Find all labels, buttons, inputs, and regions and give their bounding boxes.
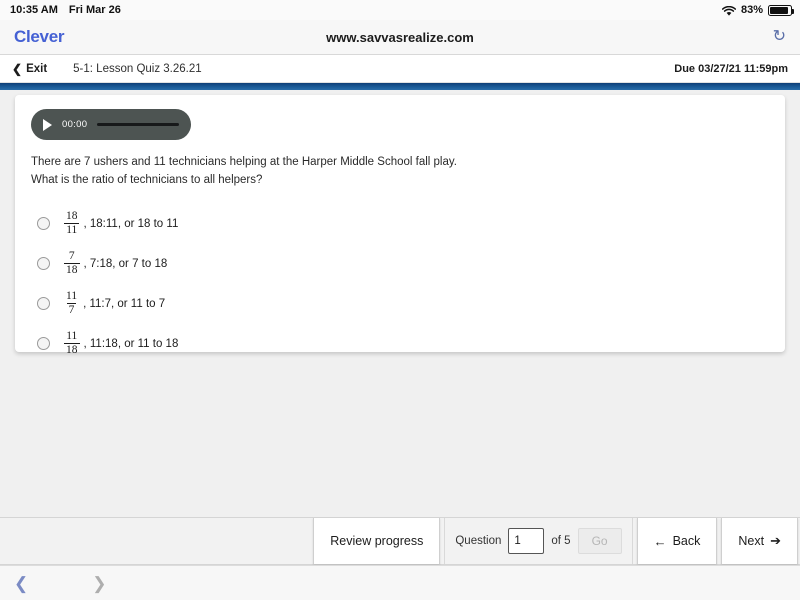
review-progress-label: Review progress xyxy=(330,534,424,548)
reload-icon[interactable]: ↻ xyxy=(773,29,786,45)
wifi-icon xyxy=(721,5,737,17)
exit-label: Exit xyxy=(26,62,48,75)
question-label: Question xyxy=(455,535,502,547)
answer-label: , 11:7, or 11 to 7 xyxy=(83,297,166,310)
quiz-title: 5-1: Lesson Quiz 3.26.21 xyxy=(73,62,202,75)
status-bar-left: 10:35 AM Fri Mar 26 xyxy=(10,4,121,16)
next-label: Next xyxy=(738,534,765,548)
fraction-numerator: 11 xyxy=(66,329,78,342)
radio-button[interactable] xyxy=(37,297,50,311)
fraction-denominator: 18 xyxy=(64,263,80,277)
radio-button[interactable] xyxy=(37,257,50,271)
due-date: Due 03/27/21 11:59pm xyxy=(674,62,788,75)
quiz-navigation-bar: Review progress Question of 5 Go ← Back … xyxy=(0,517,800,565)
fraction: 7 18 xyxy=(64,250,80,277)
play-icon[interactable] xyxy=(43,118,52,131)
radio-button[interactable] xyxy=(37,337,50,351)
question-text: There are 7 ushers and 11 technicians he… xyxy=(31,154,769,190)
back-button[interactable]: ← Back xyxy=(636,518,718,564)
url-display[interactable]: www.savvasrealize.com xyxy=(0,30,800,45)
audio-time: 00:00 xyxy=(62,119,88,130)
answer-option-a[interactable]: 18 11 , 18:11, or 18 to 11 xyxy=(31,204,769,244)
audio-player[interactable]: 00:00 xyxy=(31,109,191,140)
radio-button[interactable] xyxy=(37,217,50,231)
browser-header: Clever www.savvasrealize.com ↻ xyxy=(0,20,800,55)
status-date: Fri Mar 26 xyxy=(68,4,121,16)
fraction: 11 18 xyxy=(64,330,80,357)
answer-option-c[interactable]: 11 7 , 11:7, or 11 to 7 xyxy=(31,284,769,324)
answer-label: , 11:18, or 11 to 18 xyxy=(83,337,179,350)
fraction-numerator: 18 xyxy=(66,209,78,222)
screen: 10:35 AM Fri Mar 26 83% Clever www.savva… xyxy=(0,0,800,600)
answer-body: 7 18 , 7:18, or 7 to 18 xyxy=(64,250,167,277)
answer-body: 11 7 , 11:7, or 11 to 7 xyxy=(64,290,165,317)
fraction-numerator: 11 xyxy=(66,289,78,302)
exit-button[interactable]: ❮ Exit xyxy=(12,62,47,76)
status-bar-right: 83% xyxy=(721,4,794,17)
back-chevron-icon: ❮ xyxy=(12,61,23,76)
browser-back-icon[interactable]: ❮ xyxy=(14,575,28,592)
fraction-denominator: 18 xyxy=(64,343,80,357)
answer-option-d[interactable]: 11 18 , 11:18, or 11 to 18 xyxy=(31,324,769,364)
status-bar: 10:35 AM Fri Mar 26 83% xyxy=(0,0,800,20)
browser-forward-icon[interactable]: ❯ xyxy=(92,575,106,592)
next-button[interactable]: Next ➔ xyxy=(721,518,798,564)
answer-options: 18 11 , 18:11, or 18 to 11 7 18 , 7:18, … xyxy=(31,204,769,364)
question-jump-group: Question of 5 Go xyxy=(444,518,633,564)
back-label: Back xyxy=(672,534,701,548)
accent-bar xyxy=(0,83,800,90)
answer-label: , 7:18, or 7 to 18 xyxy=(83,257,168,270)
status-time: 10:35 AM xyxy=(10,4,58,16)
battery-percent: 83% xyxy=(740,4,763,16)
battery-icon xyxy=(768,4,794,16)
answer-label: , 18:11, or 18 to 11 xyxy=(83,217,179,230)
answer-body: 11 18 , 11:18, or 11 to 18 xyxy=(64,330,178,357)
go-button[interactable]: Go xyxy=(577,528,622,554)
arrow-right-icon: ➔ xyxy=(770,533,781,548)
content-area: 00:00 There are 7 ushers and 11 technici… xyxy=(0,90,800,517)
content-scroll: 00:00 There are 7 ushers and 11 technici… xyxy=(0,90,800,517)
fraction: 11 7 xyxy=(64,290,79,317)
browser-footer: ❮ ❯ xyxy=(0,565,800,600)
fraction: 18 11 xyxy=(64,210,80,237)
fraction-denominator: 11 xyxy=(64,223,80,237)
arrow-left-icon: ← xyxy=(653,533,667,549)
fraction-denominator: 7 xyxy=(66,303,77,317)
question-number-input[interactable] xyxy=(508,528,545,554)
answer-option-b[interactable]: 7 18 , 7:18, or 7 to 18 xyxy=(31,244,769,284)
question-card: 00:00 There are 7 ushers and 11 technici… xyxy=(15,95,785,356)
app-toolbar: ❮ Exit 5-1: Lesson Quiz 3.26.21 Due 03/2… xyxy=(0,55,800,83)
clever-logo: Clever xyxy=(14,27,65,46)
question-total-label: of 5 xyxy=(551,535,571,547)
fraction-numerator: 7 xyxy=(68,249,75,262)
review-progress-button[interactable]: Review progress xyxy=(313,518,441,564)
answer-body: 18 11 , 18:11, or 18 to 11 xyxy=(64,210,178,237)
question-line-1: There are 7 ushers and 11 technicians he… xyxy=(31,156,457,168)
audio-progress-track[interactable] xyxy=(97,123,179,126)
question-line-2: What is the ratio of technicians to all … xyxy=(31,173,263,186)
